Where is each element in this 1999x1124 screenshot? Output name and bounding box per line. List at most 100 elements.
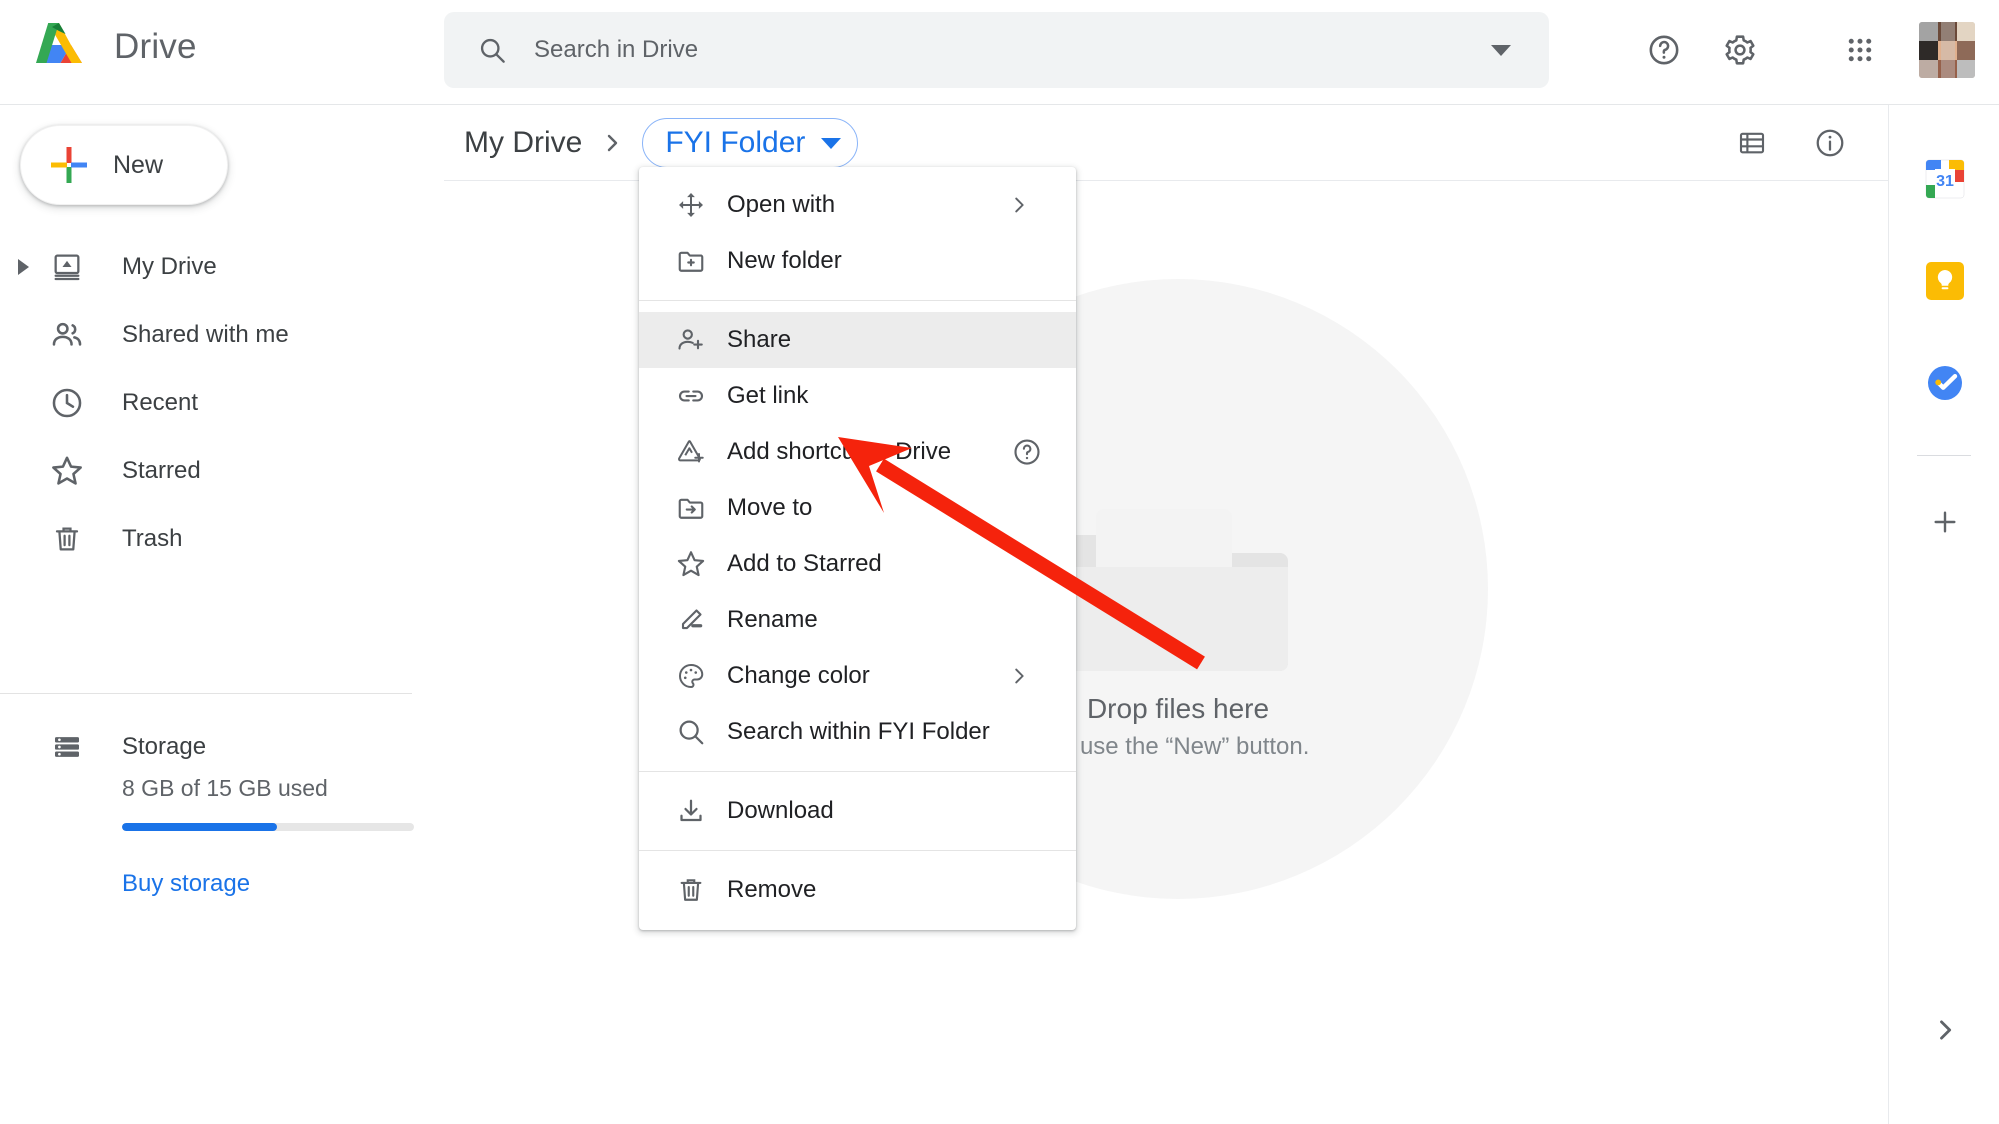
side-panel-rail: 31 [1888,105,1999,1124]
search-input[interactable] [534,36,1491,64]
link-icon [673,378,709,414]
google-drive-logo-icon [26,17,92,77]
list-view-icon[interactable] [1724,115,1780,171]
app-header: Drive [0,0,1999,105]
new-button-label: New [113,150,164,179]
svg-text:31: 31 [1936,173,1954,190]
sidebar-item-recent[interactable]: Recent [0,369,444,437]
chevron-down-icon[interactable] [1491,44,1511,56]
share-person-add-icon [673,322,709,358]
palette-icon [673,658,709,694]
star-outline-icon [673,546,709,582]
menu-item-label: Download [727,797,834,824]
sidebar-nav: My Drive Shared with me Recent Starred T… [0,233,444,897]
add-ons-plus-icon[interactable] [1889,494,1999,550]
menu-item-add-shortcut-to-drive[interactable]: Add shortcut to Drive [639,424,1076,480]
header-actions [1617,10,1975,90]
add-shortcut-icon [673,434,709,470]
menu-item-remove[interactable]: Remove [639,862,1076,918]
chevron-right-icon [1008,665,1030,687]
breadcrumb-current-folder[interactable]: FYI Folder [642,118,859,168]
details-info-icon[interactable] [1802,115,1858,171]
buy-storage-link[interactable]: Buy storage [122,870,250,898]
sidebar-item-label: Recent [122,389,199,416]
menu-item-label: Move to [727,494,813,521]
menu-item-open-with[interactable]: Open with [639,177,1076,233]
search-bar[interactable] [444,12,1549,88]
open-with-icon [673,187,709,223]
support-icon[interactable] [1635,21,1693,79]
menu-item-add-to-starred[interactable]: Add to Starred [639,536,1076,592]
sidebar-item-label: Starred [122,457,201,484]
account-avatar[interactable] [1919,22,1975,78]
sidebar-item-label: Shared with me [122,321,289,348]
menu-item-download[interactable]: Download [639,783,1076,839]
expand-triangle-icon[interactable] [18,259,29,275]
chevron-right-icon [1008,194,1030,216]
search-icon [673,714,709,750]
menu-item-move-to[interactable]: Move to [639,480,1076,536]
pencil-icon [673,602,709,638]
menu-item-change-color[interactable]: Change color [639,648,1076,704]
plus-icon [47,143,91,187]
sidebar-item-shared-with-me[interactable]: Shared with me [0,301,444,369]
caret-down-icon[interactable] [821,137,842,149]
sidebar-item-storage[interactable]: Storage [0,713,206,781]
my-drive-icon [46,246,88,288]
breadcrumb-root[interactable]: My Drive [464,126,582,160]
menu-item-label: Change color [727,662,870,689]
new-folder-icon [673,243,709,279]
left-sidebar: New My Drive Shared with me Recent Starr… [0,105,444,1124]
chevron-right-icon [600,131,624,155]
menu-item-label: New folder [727,247,842,274]
storage-progress-fill [122,823,277,831]
google-calendar-icon[interactable]: 31 [1889,151,1999,207]
sidebar-item-label: Trash [122,525,183,552]
empty-folder-illustration [1068,501,1288,681]
menu-item-label: Share [727,326,792,353]
storage-used-text: 8 GB of 15 GB used [122,775,328,801]
menu-item-label: Add shortcut to Drive [727,438,952,465]
brand[interactable]: Drive [26,16,197,78]
menu-separator [639,850,1076,851]
google-tasks-icon[interactable] [1889,355,1999,411]
storage-label: Storage [122,733,207,760]
sidebar-divider [0,693,412,694]
storage-progress-bar [122,823,414,831]
move-to-folder-icon [673,490,709,526]
sidebar-item-label: My Drive [122,253,217,280]
people-icon [46,314,88,356]
folder-context-menu: Open with New folder Share Get link Add … [639,167,1076,930]
download-icon [673,793,709,829]
menu-item-rename[interactable]: Rename [639,592,1076,648]
menu-item-label: Add to Starred [727,550,882,577]
menu-item-new-folder[interactable]: New folder [639,233,1076,289]
storage-icon [46,726,88,768]
expand-panel-chevron-right-icon[interactable] [1889,1000,1999,1060]
view-controls [1702,105,1858,181]
menu-item-get-link[interactable]: Get link [639,368,1076,424]
menu-item-label: Open with [727,191,836,218]
breadcrumb-current-label: FYI Folder [665,126,806,159]
menu-separator [639,771,1076,772]
menu-item-label: Remove [727,876,817,903]
menu-separator [639,300,1076,301]
new-button[interactable]: New [20,125,228,205]
menu-item-label: Get link [727,382,809,409]
trash-icon [46,518,88,560]
search-icon [478,36,506,64]
app-title: Drive [114,27,197,66]
google-apps-grid-icon[interactable] [1831,21,1889,79]
menu-item-search-within-folder[interactable]: Search within FYI Folder [639,704,1076,760]
menu-item-share[interactable]: Share [639,312,1076,368]
clock-icon [46,382,88,424]
menu-item-label: Rename [727,606,818,633]
sidebar-item-my-drive[interactable]: My Drive [0,233,444,301]
help-circle-icon[interactable] [1012,437,1042,467]
sidebar-item-starred[interactable]: Starred [0,437,444,505]
settings-gear-icon[interactable] [1711,21,1769,79]
trash-icon [673,872,709,908]
google-keep-icon[interactable] [1889,253,1999,309]
star-outline-icon [46,450,88,492]
sidebar-item-trash[interactable]: Trash [0,505,444,573]
